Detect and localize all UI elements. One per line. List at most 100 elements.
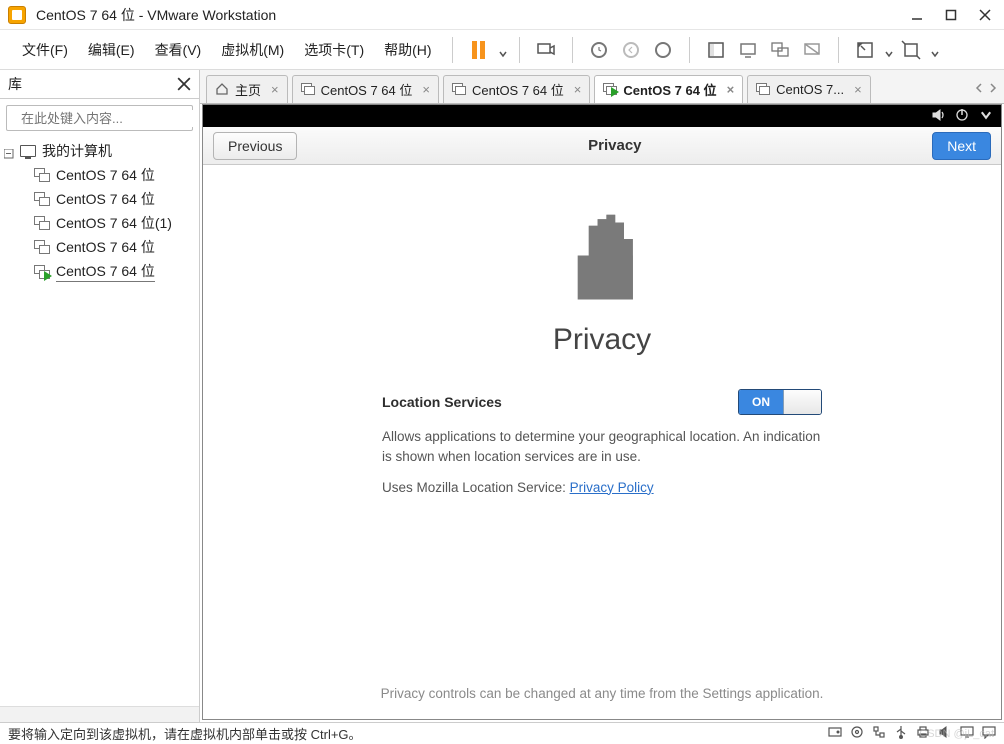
tree-vm-item[interactable]: CentOS 7 64 位 — [4, 187, 195, 211]
tree-vm-item[interactable]: CentOS 7 64 位 — [4, 163, 195, 187]
location-services-row: Location Services ON — [382, 389, 822, 415]
tab-vm-active[interactable]: CentOS 7 64 位 × — [594, 75, 743, 103]
harddisk-icon[interactable] — [828, 725, 842, 742]
tab-vm[interactable]: CentOS 7 64 位 × — [292, 75, 439, 103]
window-titlebar: CentOS 7 64 位 - VMware Workstation — [0, 0, 1004, 30]
window-title: CentOS 7 64 位 - VMware Workstation — [36, 5, 906, 25]
volume-icon[interactable] — [931, 108, 945, 125]
library-search-input[interactable] — [19, 110, 199, 127]
tree-item-label: CentOS 7 64 位 — [56, 237, 155, 257]
previous-button[interactable]: Previous — [213, 132, 297, 160]
stretch-caret[interactable] — [931, 46, 939, 54]
send-ctrl-alt-del-button[interactable] — [532, 36, 560, 64]
fullscreen-caret[interactable] — [885, 46, 893, 54]
menu-vm[interactable]: 虚拟机(M) — [213, 36, 292, 64]
home-icon — [215, 82, 229, 96]
tree-vm-item[interactable]: CentOS 7 64 位 — [4, 235, 195, 259]
tree-item-label: CentOS 7 64 位 — [56, 261, 155, 282]
clock-icon — [591, 42, 607, 58]
vm-running-icon — [34, 265, 50, 279]
snapshot-manage-button[interactable] — [649, 36, 677, 64]
location-services-switch[interactable]: ON — [738, 389, 822, 415]
power-icon[interactable] — [955, 108, 969, 125]
menu-edit[interactable]: 编辑(E) — [80, 36, 143, 64]
tab-scroll-left[interactable] — [974, 81, 984, 96]
separator — [689, 37, 690, 63]
tab-vm[interactable]: CentOS 7 64 位 × — [443, 75, 590, 103]
privacy-settings: Location Services ON Allows applications… — [382, 389, 822, 508]
switch-on-label: ON — [739, 390, 783, 414]
library-close-button[interactable] — [177, 77, 191, 91]
snapshot-take-button[interactable] — [585, 36, 613, 64]
tree-root-my-computer[interactable]: 我的计算机 — [4, 139, 195, 163]
view-console-button[interactable] — [734, 36, 762, 64]
window-minimize-button[interactable] — [906, 5, 928, 25]
tab-close-button[interactable]: × — [854, 82, 862, 97]
tab-label: CentOS 7 64 位 — [472, 80, 564, 99]
library-search[interactable] — [6, 105, 193, 131]
stretch-guest-button[interactable] — [897, 36, 925, 64]
pause-icon — [472, 41, 485, 59]
next-button[interactable]: Next — [932, 132, 991, 160]
window-maximize-button[interactable] — [940, 5, 962, 25]
status-message: 要将输入定向到该虚拟机，请在虚拟机内部单击或按 Ctrl+G。 — [8, 724, 362, 743]
vm-icon — [34, 240, 50, 254]
guest-header: Previous Privacy Next — [203, 127, 1001, 165]
library-panel: 库 我的计算机 CentOS 7 64 位 CentOS 7 64 位 — [0, 70, 200, 722]
view-unity-button[interactable] — [798, 36, 826, 64]
tree-item-label: CentOS 7 64 位 — [56, 165, 155, 185]
vm-running-icon — [603, 83, 617, 95]
tab-home[interactable]: 主页 × — [206, 75, 288, 103]
tree-vm-item[interactable]: CentOS 7 64 位(1) — [4, 211, 195, 235]
enter-fullscreen-button[interactable] — [851, 36, 879, 64]
disclosure-open-icon — [4, 146, 14, 156]
library-tree: 我的计算机 CentOS 7 64 位 CentOS 7 64 位 CentOS… — [0, 137, 199, 706]
menu-help[interactable]: 帮助(H) — [376, 36, 439, 64]
menu-view[interactable]: 查看(V) — [147, 36, 210, 64]
tab-scroll-right[interactable] — [988, 81, 998, 96]
vmware-app-icon — [8, 6, 26, 24]
tab-label: CentOS 7 64 位 — [321, 80, 413, 99]
tab-label: 主页 — [235, 80, 261, 99]
pause-dropdown[interactable] — [499, 46, 507, 54]
tab-close-button[interactable]: × — [422, 82, 430, 97]
tree-item-label: CentOS 7 64 位(1) — [56, 213, 172, 233]
privacy-policy-link[interactable]: Privacy Policy — [570, 480, 654, 495]
usb-icon[interactable] — [894, 725, 908, 742]
separator — [572, 37, 573, 63]
separator — [519, 37, 520, 63]
tab-close-button[interactable]: × — [727, 82, 735, 97]
menubar: 文件(F) 编辑(E) 查看(V) 虚拟机(M) 选项卡(T) 帮助(H) — [0, 30, 1004, 70]
computer-icon — [20, 145, 36, 157]
view-multimon-button[interactable] — [766, 36, 794, 64]
main-split: 库 我的计算机 CentOS 7 64 位 CentOS 7 64 位 — [0, 70, 1004, 722]
privacy-page-title: Privacy — [553, 323, 651, 357]
snapshot-revert-button[interactable] — [617, 36, 645, 64]
content-area: 主页 × CentOS 7 64 位 × CentOS 7 64 位 × Cen… — [200, 70, 1004, 722]
tab-vm[interactable]: CentOS 7... × — [747, 75, 871, 103]
vm-viewport[interactable]: Previous Privacy Next Privacy Locat — [202, 104, 1002, 720]
vm-tabs: 主页 × CentOS 7 64 位 × CentOS 7 64 位 × Cen… — [200, 70, 1004, 104]
separator — [452, 37, 453, 63]
tree-vm-item-active[interactable]: CentOS 7 64 位 — [4, 259, 195, 284]
tab-close-button[interactable]: × — [574, 82, 582, 97]
guest-body: Privacy Location Services ON Allows appl… — [203, 165, 1001, 719]
view-single-button[interactable] — [702, 36, 730, 64]
menu-file[interactable]: 文件(F) — [14, 36, 76, 64]
window-close-button[interactable] — [974, 5, 996, 25]
tree-item-label: CentOS 7 64 位 — [56, 189, 155, 209]
policy-prefix: Uses Mozilla Location Service: — [382, 480, 570, 495]
pause-vm-button[interactable] — [465, 36, 493, 64]
separator — [838, 37, 839, 63]
library-hscroll[interactable] — [0, 706, 199, 722]
location-services-description: Allows applications to determine your ge… — [382, 427, 822, 468]
vm-icon — [756, 83, 770, 95]
tab-label: CentOS 7... — [776, 82, 844, 97]
menu-tabs[interactable]: 选项卡(T) — [296, 36, 372, 64]
tab-close-button[interactable]: × — [271, 82, 279, 97]
watermark: CSDN @jL_cat — [919, 728, 994, 740]
network-icon[interactable] — [872, 725, 886, 742]
cd-icon[interactable] — [850, 725, 864, 742]
vm-icon — [34, 216, 50, 230]
chevron-down-icon[interactable] — [979, 108, 993, 125]
